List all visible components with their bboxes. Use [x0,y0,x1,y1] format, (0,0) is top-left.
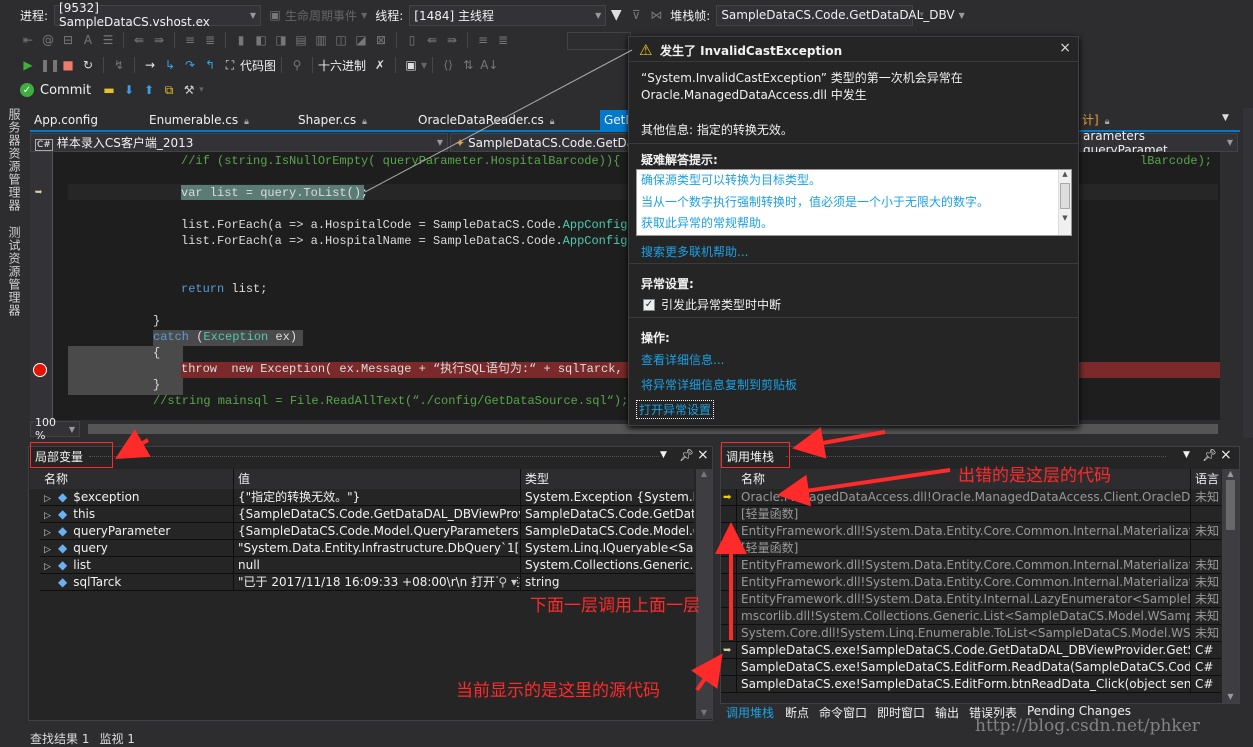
annotation-arrows [115,49,951,692]
popup-connector-line [364,49,633,193]
arrow-to-source-frame [691,653,723,692]
arrow-to-callstack [792,427,886,459]
arrow-to-locals [115,429,151,459]
arrow-to-error-frame [777,468,951,507]
